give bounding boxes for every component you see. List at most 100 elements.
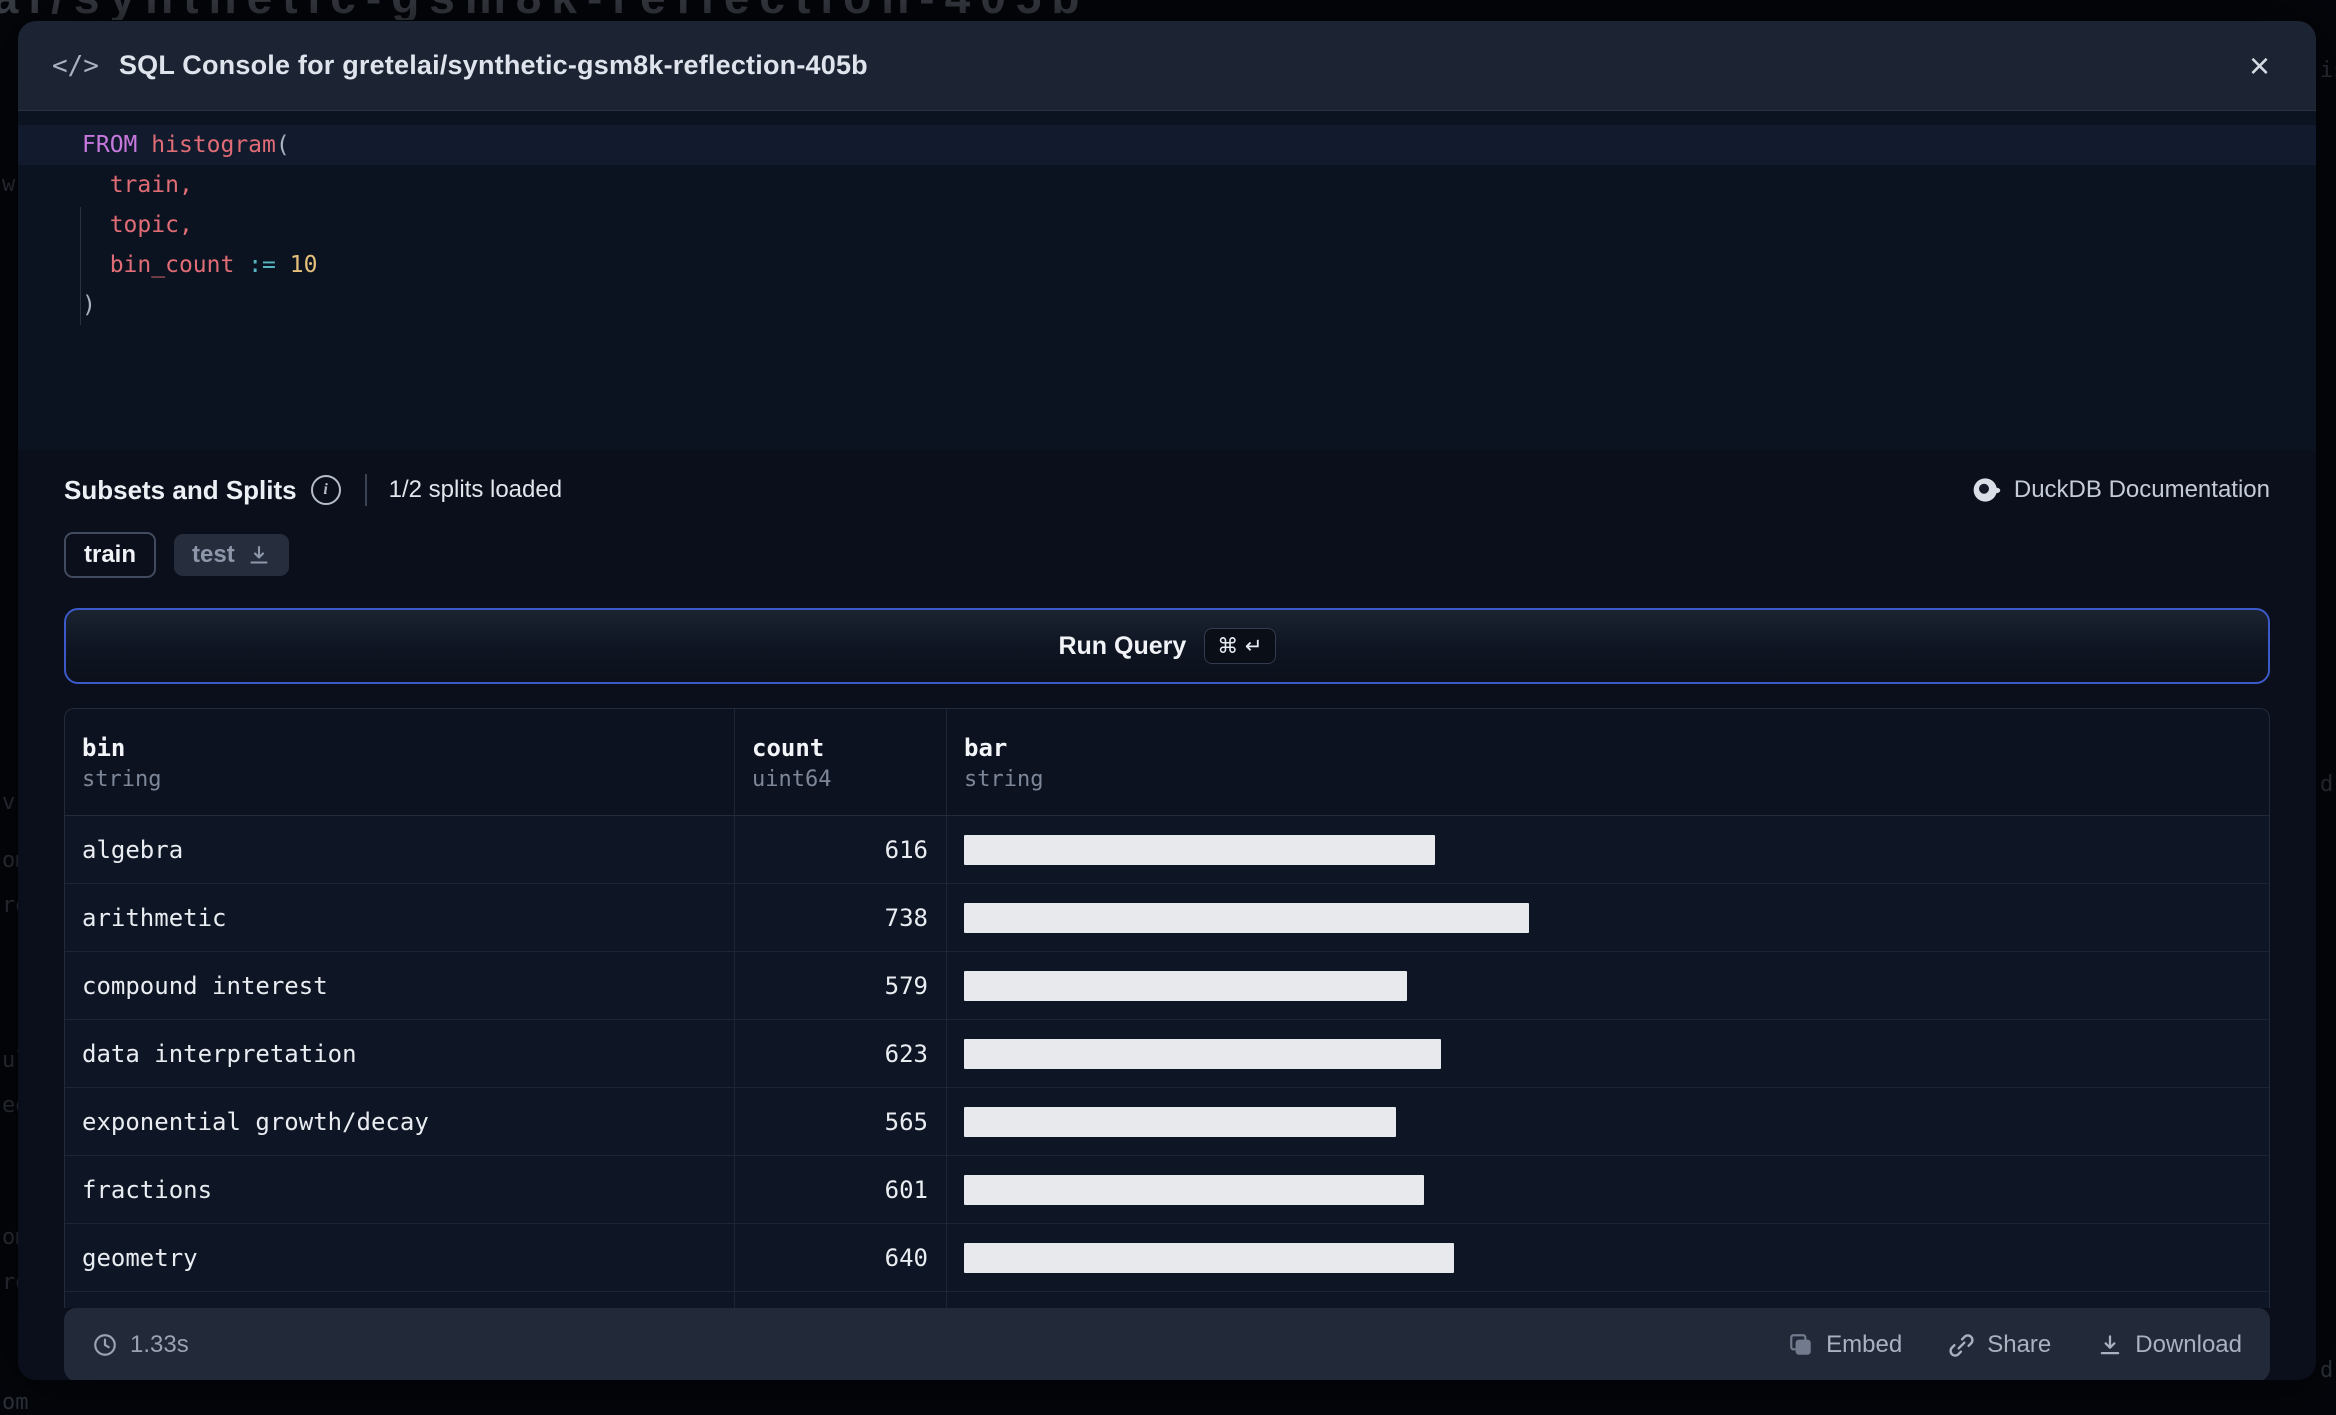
- sql-token-name: ,: [178, 212, 193, 238]
- sql-code: FROM histogram( train, topic, bin_count …: [18, 125, 2316, 325]
- cell-bin: compound interest: [82, 971, 328, 1000]
- table-row: compound interest 579: [65, 952, 2269, 1020]
- clock-icon: [94, 1334, 116, 1356]
- cell-count: 565: [734, 1088, 946, 1155]
- column-type: string: [964, 767, 1044, 792]
- cell-bar: [946, 1156, 2269, 1223]
- download-label: Download: [2135, 1331, 2242, 1358]
- table-row: exponential growth/decay 565: [65, 1088, 2269, 1156]
- column-header-bar: bar string: [946, 709, 2269, 815]
- backdrop-fragment: w: [2, 172, 16, 197]
- sql-token-punct: [82, 172, 110, 198]
- sql-token-punct: (: [275, 132, 290, 158]
- share-link-icon: [1949, 1333, 1974, 1357]
- histogram-bar: [964, 1038, 1441, 1069]
- duckdb-logo-icon: [1973, 478, 2001, 502]
- column-name: bin: [82, 734, 126, 762]
- table-row: data interpretation 623: [65, 1020, 2269, 1088]
- sql-editor[interactable]: FROM histogram( train, topic, bin_count …: [18, 111, 2316, 450]
- code-icon: </>: [52, 50, 99, 81]
- cell-count: 738: [734, 884, 946, 951]
- table-row: algebra 616: [65, 816, 2269, 884]
- duckdb-documentation-link[interactable]: DuckDB Documentation: [1972, 475, 2270, 505]
- cell-bin: arithmetic: [82, 903, 227, 932]
- sql-token-operator: :=: [248, 252, 276, 278]
- histogram-bar: [964, 834, 1435, 865]
- sql-token-keyword: FROM: [82, 132, 152, 158]
- query-duration: 1.33s: [92, 1331, 189, 1359]
- backdrop-fragment: d: [2320, 1358, 2334, 1383]
- embed-copy-icon: [1790, 1334, 1811, 1355]
- histogram-bar: [964, 970, 1407, 1001]
- split-chip-test[interactable]: test: [174, 534, 289, 576]
- share-button[interactable]: Share: [1948, 1331, 2051, 1359]
- sql-token-punct: [82, 252, 110, 278]
- sql-code-line: ): [82, 285, 2316, 325]
- table-row: [65, 1292, 2269, 1308]
- column-header-count: count uint64: [734, 709, 946, 815]
- column-name: bar: [964, 734, 1008, 762]
- download-icon: [250, 545, 268, 564]
- column-type: string: [82, 767, 162, 792]
- cell-bar: [946, 884, 2269, 951]
- cell-bin: exponential growth/decay: [82, 1107, 429, 1136]
- column-name: count: [752, 734, 825, 762]
- embed-label: Embed: [1826, 1331, 1903, 1358]
- run-query-button[interactable]: Run Query ⌘ ↵: [64, 608, 2270, 684]
- cell-bin: geometry: [82, 1243, 198, 1272]
- sql-token-punct: [82, 212, 110, 238]
- cell-bar: [946, 1292, 2269, 1308]
- table-row: arithmetic 738: [65, 884, 2269, 952]
- backdrop-fragment: om: [2, 1390, 29, 1415]
- keyboard-shortcut-badge: ⌘ ↵: [1204, 628, 1276, 664]
- sql-token-punct: [234, 252, 248, 278]
- cell-bar: [946, 1224, 2269, 1291]
- divider: [364, 474, 367, 506]
- sql-token-number: 10: [289, 252, 318, 278]
- cell-bin: data interpretation: [82, 1039, 357, 1068]
- table-header-row: bin string count uint64 bar string: [65, 709, 2269, 816]
- download-button[interactable]: Download: [2097, 1331, 2242, 1359]
- console-footer: 1.33s Embed Share Download: [64, 1308, 2270, 1380]
- sql-console-modal: </> SQL Console for gretelai/synthetic-g…: [18, 21, 2316, 1380]
- sql-token-name: train: [109, 172, 179, 198]
- cell-count: 601: [734, 1156, 946, 1223]
- embed-button[interactable]: Embed: [1788, 1331, 1902, 1359]
- sql-token-name: topic: [109, 212, 179, 238]
- backdrop-fragment: is: [2320, 58, 2336, 83]
- cell-bar: [946, 1088, 2269, 1155]
- results-table[interactable]: bin string count uint64 bar string algebra 616 a…: [64, 708, 2270, 1308]
- footer-actions: Embed Share Download: [1788, 1331, 2242, 1359]
- backdrop-fragment: d: [2320, 772, 2334, 797]
- histogram-bar: [964, 902, 1529, 933]
- split-chips-row: train test: [64, 532, 2270, 578]
- sql-token-punct: ): [82, 292, 96, 318]
- sql-code-line: FROM histogram(: [82, 125, 2316, 165]
- splits-loaded-status: 1/2 splits loaded: [388, 476, 563, 503]
- cell-count: 623: [734, 1020, 946, 1087]
- share-label: Share: [1987, 1331, 2052, 1358]
- cell-bin: [65, 1292, 734, 1308]
- histogram-bar: [964, 1106, 1396, 1137]
- cell-count: 640: [734, 1224, 946, 1291]
- subsets-row: Subsets and Splits i 1/2 splits loaded D…: [64, 464, 2270, 516]
- modal-header: </> SQL Console for gretelai/synthetic-g…: [18, 21, 2316, 111]
- sql-code-line: topic,: [82, 205, 2316, 245]
- info-icon[interactable]: i: [310, 475, 341, 505]
- split-chip-train[interactable]: train: [64, 532, 157, 578]
- column-type: uint64: [752, 767, 832, 792]
- query-duration-value: 1.33s: [130, 1331, 189, 1358]
- backdrop-fragment: v: [2, 790, 16, 815]
- cell-count: [734, 1292, 946, 1308]
- modal-body: Subsets and Splits i 1/2 splits loaded D…: [18, 464, 2316, 1380]
- histogram-bar: [964, 1242, 1454, 1273]
- sql-token-name: histogram: [151, 132, 276, 158]
- duckdb-documentation-label: DuckDB Documentation: [2013, 476, 2270, 503]
- cell-bin: fractions: [82, 1175, 213, 1204]
- cell-bar: [946, 816, 2269, 883]
- close-icon[interactable]: ×: [2237, 47, 2282, 84]
- subsets-heading: Subsets and Splits: [64, 474, 297, 505]
- histogram-bar: [964, 1174, 1424, 1205]
- sql-token-name: ,: [178, 172, 193, 198]
- cell-count: 616: [734, 816, 946, 883]
